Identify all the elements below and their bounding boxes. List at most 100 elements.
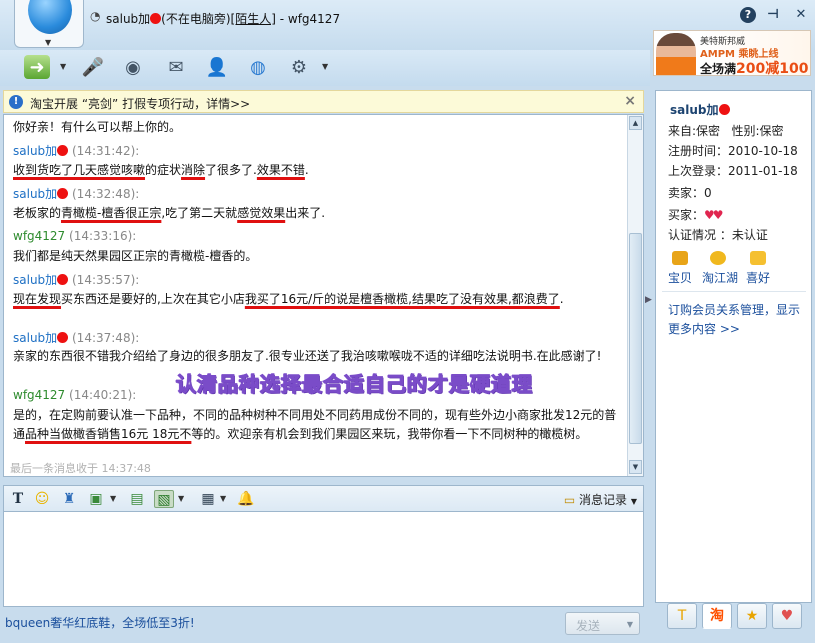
message-sender: salub加 (14:32:48): [13,185,139,202]
sender-name: salub加 [13,331,58,345]
tab-gifts[interactable]: ♥ [772,603,802,629]
favorite-icon[interactable] [750,251,766,265]
message-segment: 亲家的东西很不错我介绍给了身边的很多朋友了.很专业还送了我治咳嗽喉咙不适的详细吃… [13,349,602,363]
underlined-text: 效果不错 [256,163,305,177]
redaction-mark [57,188,69,199]
message-segment: ,吃了第二天就 [161,206,238,220]
avatar[interactable]: ▼ [14,0,84,48]
scroll-up-icon[interactable]: ▲ [629,116,642,130]
scroll-down-icon[interactable]: ▼ [629,460,642,474]
close-icon[interactable]: ✕ [793,7,809,23]
pane-splitter[interactable] [3,477,644,485]
capture-icon[interactable]: ▧ [154,490,174,508]
chat-history[interactable]: 你好亲！有什么可以帮上你的。 salub加 (14:31:42): 收到货吃了几… [3,114,644,477]
message-sender: salub加 (14:31:42): [13,142,139,159]
ad-banner[interactable]: 美特斯邦威 AMPM 乘眺上线 全场满200减100 [653,30,811,76]
profile-name-text: salub加 [670,103,719,117]
underlined-text: 品种当做橄香销售16元 18元不 [25,427,192,441]
format-toolbar: T ☺ ♜ ▣ ▼ ▤ ▧ ▼ ▦ ▼ 🔔 ▭ 消息记录 ▼ [3,485,644,512]
sender-name: salub加 [13,187,58,201]
chevron-down-icon[interactable]: ▼ [178,494,184,503]
chevron-down-icon[interactable]: ▼ [110,494,116,503]
message-input[interactable] [3,512,644,607]
phrase-icon[interactable]: ▦ [198,490,218,508]
profile-link-items[interactable]: 宝贝 [668,269,692,286]
collapse-sidebar-icon[interactable]: ▶ [645,295,652,305]
buyer-rating-label: 买家： [668,208,705,222]
redaction-mark [57,145,69,156]
chevron-down-icon[interactable]: ▼ [45,38,51,47]
help-icon[interactable]: ? [740,7,756,23]
main-toolbar: ➜ ▼ 🎤 ◉ ✉ 👤 ◍ ⚙ ▼ [0,50,650,86]
sender-name: salub加 [13,273,58,287]
message-segment: 我们都是纯天然果园区正宗的青橄榄-檀香的。 [13,249,258,263]
underlined-text: 现在发现 [13,292,62,306]
chat-scrollbar[interactable]: ▲ ▼ [627,115,643,476]
webcam-icon[interactable]: ◉ [120,55,146,79]
redaction-mark [57,332,69,343]
membership-link[interactable]: 订购会员关系管理，显示 [668,301,800,318]
baby-icon[interactable] [672,251,688,265]
profile-link-likes[interactable]: 喜好 [746,269,770,286]
tab-favorites[interactable]: ★ [737,603,767,629]
mail-icon[interactable]: ✉ [163,55,189,79]
screenshot-icon[interactable]: ▤ [127,490,147,508]
tab-taobao[interactable]: 淘 [702,603,732,629]
chevron-down-icon[interactable]: ▼ [322,62,328,71]
overlay-caption: 认清品种选择最合适自己的才是硬道理 [176,372,533,397]
profile-link-jianghu[interactable]: 淘江湖 [702,269,738,286]
emoticon-icon[interactable]: ☺ [32,490,52,508]
notice-bar[interactable]: ! 淘宝开展 “亮剑” 打假专项行动，详情>> × [3,90,644,113]
message-text: 收到货吃了几天感觉咳嗽的症状消除了很多了.效果不错. [13,161,619,180]
globe-icon[interactable]: ◍ [245,55,271,79]
message-history-button[interactable]: ▭ 消息记录 ▼ [564,491,637,508]
ad-offer-prefix: 全场满 [700,62,737,76]
message-segment: 了很多了. [205,163,257,177]
message-time: (14:31:42): [72,144,140,158]
clock-icon: ◔ [90,9,101,23]
message-segment: 你好亲！有什么可以帮上你的。 [13,120,182,134]
message-text: 亲家的东西很不错我介绍给了身边的很多朋友了.很专业还送了我治咳嗽喉咙不适的详细吃… [13,347,619,366]
scroll-thumb[interactable] [629,233,642,444]
bottom-bar: bqueen奢华红底鞋，全场低至3折! 发送 ▼ [0,607,650,643]
image-icon[interactable]: ▣ [86,490,106,508]
more-content-link[interactable]: 更多内容 >> [668,320,740,337]
message-text: 老板家的青橄榄-檀香很正宗,吃了第二天就感觉效果出来了. [13,204,619,223]
transfer-file-icon[interactable]: ➜ [24,55,50,79]
self-account: - wfg4127 [275,12,341,26]
add-contact-icon[interactable]: 👤 [204,55,230,79]
font-icon[interactable]: T [8,490,28,508]
underlined-text: 感觉效果 [237,206,286,220]
magic-icon[interactable]: ♜ [59,490,79,508]
profile-seller-rating: 卖家：0 [668,186,712,200]
redaction-mark [718,104,730,115]
tab-chat[interactable]: T [667,603,697,629]
chevron-down-icon[interactable]: ▼ [60,62,66,71]
ad-offer: 全场满200减100 [700,58,809,76]
profile-buyer-rating: 买家：♥♥ [668,206,723,223]
message-sender: wfg4127 (14:40:21): [13,388,136,402]
pin-icon[interactable]: ⊣ [765,7,781,23]
bell-icon[interactable]: 🔔 [236,490,256,508]
message-time: (14:33:16): [69,229,137,243]
profile-gender: 性别:保密 [731,124,784,138]
jianghu-icon[interactable] [710,251,726,265]
ad-model-image [656,33,696,75]
plugin-icon[interactable]: ⚙ [286,55,312,79]
promo-link[interactable]: bqueen奢华红底鞋，全场低至3折! [5,614,195,631]
message-segment: 出来了. [285,206,326,220]
close-icon[interactable]: × [624,93,636,109]
ad-offer-highlight: 200减100 [736,61,809,76]
notice-text[interactable]: 淘宝开展 “亮剑” 打假专项行动，详情>> [30,95,250,112]
send-button[interactable]: 发送 ▼ [565,612,640,635]
message-text: 现在发现买东西还是要好的,上次在其它小店我买了16元/斤的说是檀香橄榄,结果吃了… [13,290,619,309]
profile-panel: salub加 来自:保密 性别:保密 注册时间：2010-10-18 上次登录：… [655,90,812,603]
chevron-down-icon[interactable]: ▼ [220,494,226,503]
underlined-text: 我买了16元/斤的说是檀香橄榄,结果吃了没有效果,都浪费了 [244,292,560,306]
heart-rating-icon: ♥♥ [704,208,723,222]
profile-registered: 注册时间：2010-10-18 [668,144,798,158]
chevron-down-icon[interactable]: ▼ [627,620,633,629]
message-time: (14:40:21): [69,388,137,402]
contact-name: salub加 [106,12,151,26]
microphone-icon[interactable]: 🎤 [80,55,106,79]
